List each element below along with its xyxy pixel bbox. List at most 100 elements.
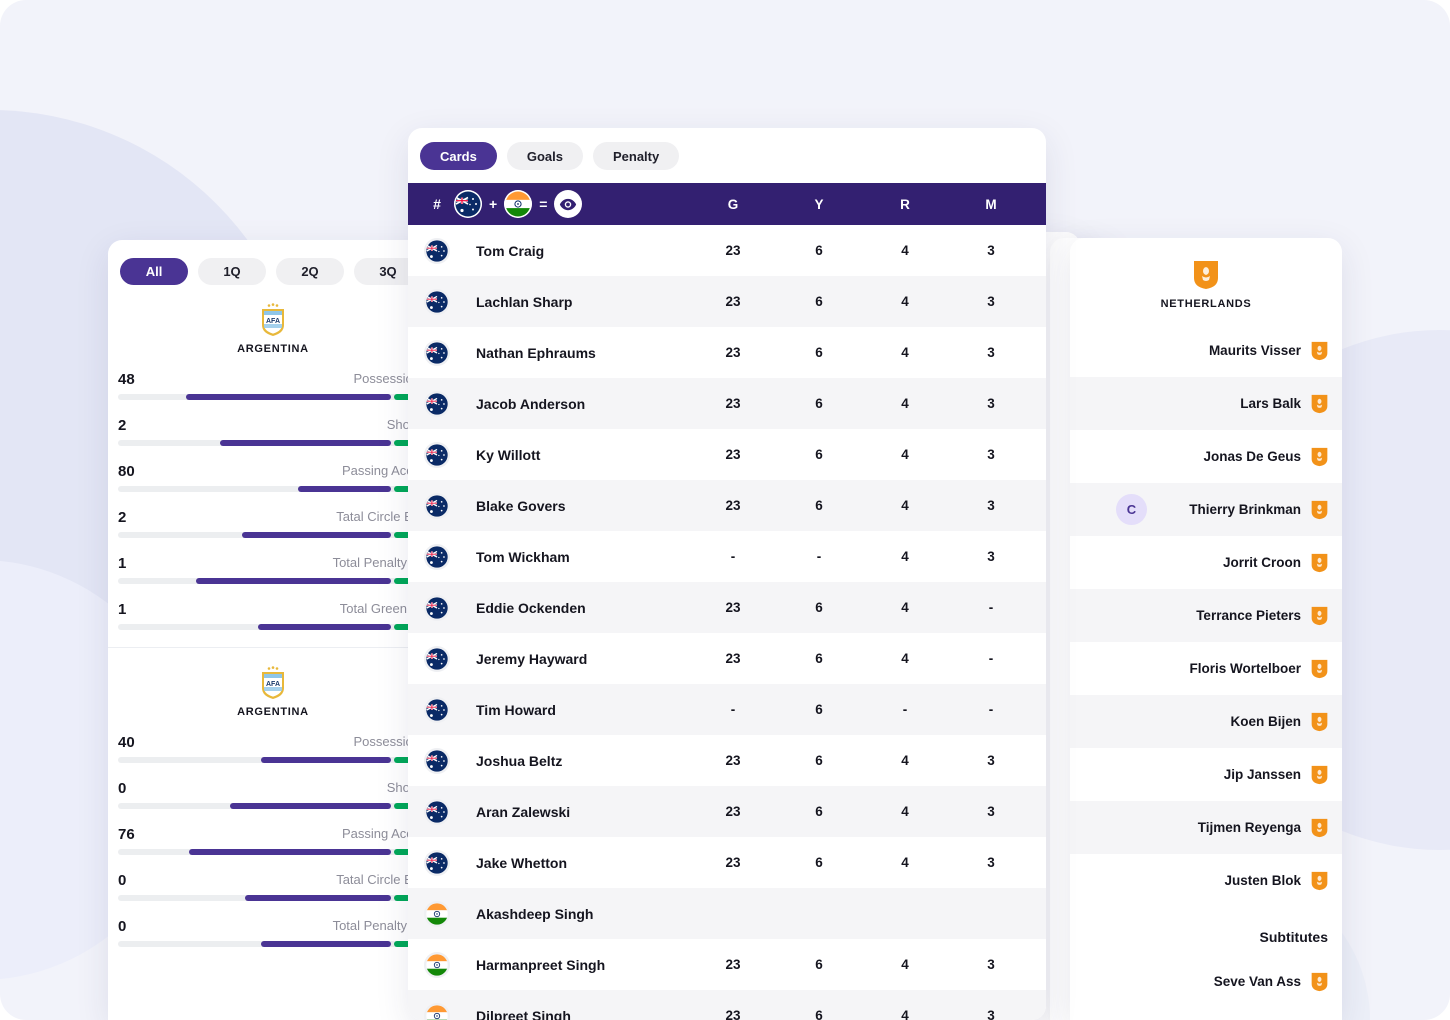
table-row[interactable]: Jake Whetton 23 6 4 3 bbox=[408, 837, 1046, 888]
lineup-player-row[interactable]: Lars Balk bbox=[1070, 377, 1342, 430]
lineup-player-name: Justen Blok bbox=[1224, 873, 1301, 888]
cell-r: 4 bbox=[901, 549, 909, 564]
column-header-g: G bbox=[727, 196, 739, 212]
stat-bar-fill bbox=[245, 895, 391, 901]
table-row[interactable]: Blake Govers 23 6 4 3 bbox=[408, 480, 1046, 531]
stat-bar-fill bbox=[229, 803, 391, 809]
lineup-player-row[interactable]: Koen Bijen bbox=[1070, 695, 1342, 748]
player-name: Blake Govers bbox=[476, 497, 566, 514]
table-body: Tom Craig 23 6 4 3 Lachlan Sharp 23 6 4 3 Nathan E… bbox=[408, 225, 1046, 1020]
quarter-tab-1q[interactable]: 1Q bbox=[198, 258, 266, 285]
cell-r: 4 bbox=[901, 243, 909, 258]
lineup-player-name: Seve Van Ass bbox=[1213, 974, 1301, 989]
table-row[interactable]: Aran Zalewski 23 6 4 3 bbox=[408, 786, 1046, 837]
cell-m: - bbox=[988, 600, 994, 615]
row-country-flag bbox=[420, 951, 454, 978]
lineup-player-name: Floris Wortelboer bbox=[1189, 661, 1301, 676]
cell-m: - bbox=[988, 651, 994, 666]
cell-r: 4 bbox=[901, 1008, 909, 1020]
row-country-flag bbox=[420, 900, 454, 927]
table-row[interactable]: Lachlan Sharp 23 6 4 3 bbox=[408, 276, 1046, 327]
table-header-row: # + = G Y R M bbox=[408, 183, 1046, 225]
table-row[interactable]: Jeremy Hayward 23 6 4 - bbox=[408, 633, 1046, 684]
player-name: Tom Wickham bbox=[476, 548, 570, 565]
stat-mode-tab-cards[interactable]: Cards bbox=[420, 142, 497, 170]
australia-flag-icon bbox=[424, 441, 450, 468]
cell-r: 4 bbox=[901, 498, 909, 513]
table-row[interactable]: Tim Howard - 6 - - bbox=[408, 684, 1046, 735]
quarter-filter-tabs: All 1Q 2Q 3Q bbox=[108, 240, 438, 285]
lineup-player-list: Maurits Visser Lars Balk Jonas De Geus C Thi… bbox=[1070, 324, 1342, 1008]
lineup-player-row[interactable]: Jonas De Geus bbox=[1070, 430, 1342, 483]
table-row[interactable]: Jacob Anderson 23 6 4 3 bbox=[408, 378, 1046, 429]
table-row[interactable]: Akashdeep Singh bbox=[408, 888, 1046, 939]
table-row[interactable]: Harmanpreet Singh 23 6 4 3 bbox=[408, 939, 1046, 990]
netherlands-lion-crest-icon bbox=[1311, 394, 1328, 413]
cell-m: 3 bbox=[987, 396, 995, 411]
stat-bar-track bbox=[118, 624, 428, 630]
lineup-player-name: Thierry Brinkman bbox=[1189, 502, 1301, 517]
stat-mode-tab-label: Cards bbox=[440, 148, 477, 164]
australia-flag-icon bbox=[424, 645, 450, 672]
stat-mode-tab-label: Penalty bbox=[612, 148, 660, 164]
stat-block-team-header: AFA ARGENTINA bbox=[118, 666, 428, 718]
stat-mode-tab-goals[interactable]: Goals bbox=[506, 142, 583, 170]
lineup-player-row[interactable]: Floris Wortelboer bbox=[1070, 642, 1342, 695]
table-row[interactable]: Dilpreet Singh 23 6 4 3 bbox=[408, 990, 1046, 1020]
table-row[interactable]: Nathan Ephraums 23 6 4 3 bbox=[408, 327, 1046, 378]
stat-bar-track bbox=[118, 849, 428, 855]
cell-r: 4 bbox=[901, 804, 909, 819]
stat-value: 0 bbox=[118, 780, 127, 797]
eye-icon[interactable] bbox=[554, 190, 583, 218]
column-header-m: M bbox=[985, 196, 997, 212]
lineup-player-row[interactable]: Terrance Pieters bbox=[1070, 589, 1342, 642]
cell-g: 23 bbox=[725, 651, 741, 666]
stat-value: 40 bbox=[118, 734, 135, 751]
lineup-player-row[interactable]: Seve Van Ass bbox=[1070, 955, 1342, 1008]
quarter-tab-all[interactable]: All bbox=[120, 258, 188, 285]
lineup-player-row[interactable]: Jip Janssen bbox=[1070, 748, 1342, 801]
svg-text:AFA: AFA bbox=[266, 318, 280, 325]
lineup-player-row[interactable]: Maurits Visser bbox=[1070, 324, 1342, 377]
cell-y: 6 bbox=[815, 702, 823, 717]
lineup-player-row[interactable]: Justen Blok bbox=[1070, 854, 1342, 907]
player-name: Lachlan Sharp bbox=[476, 293, 573, 310]
stat-row: 1 Total Penalty C bbox=[118, 555, 428, 584]
stat-bar-track bbox=[118, 757, 428, 763]
lineup-player-row[interactable]: Jorrit Croon bbox=[1070, 536, 1342, 589]
table-row[interactable]: Ky Willott 23 6 4 3 bbox=[408, 429, 1046, 480]
player-name: Akashdeep Singh bbox=[476, 905, 594, 922]
stat-bar-fill bbox=[260, 941, 391, 947]
cell-m: 3 bbox=[987, 294, 995, 309]
lineup-player-name: Maurits Visser bbox=[1208, 343, 1301, 358]
stat-row: 0 Shots bbox=[118, 780, 428, 809]
stat-label: Total Penalty C bbox=[332, 555, 420, 570]
cell-r: 4 bbox=[901, 294, 909, 309]
stat-value: 1 bbox=[118, 601, 127, 618]
table-row[interactable]: Tom Craig 23 6 4 3 bbox=[408, 225, 1046, 276]
netherlands-lion-crest-icon bbox=[1311, 341, 1328, 360]
stat-row: 80 Passing Accu bbox=[118, 463, 428, 492]
lineup-player-name: Terrance Pieters bbox=[1196, 608, 1301, 623]
team-stats-panel: All 1Q 2Q 3Q AFA ARGENTINA 48 Possession 2 Shots… bbox=[108, 240, 438, 1020]
cell-y: 6 bbox=[815, 855, 823, 870]
table-row[interactable]: Eddie Ockenden 23 6 4 - bbox=[408, 582, 1046, 633]
australia-flag-icon bbox=[454, 190, 482, 218]
argentina-crest-icon: AFA bbox=[262, 666, 284, 699]
row-country-flag bbox=[420, 543, 454, 570]
cell-m: 3 bbox=[987, 243, 995, 258]
player-name: Eddie Ockenden bbox=[476, 599, 586, 616]
stat-mode-tab-label: Goals bbox=[526, 148, 563, 164]
lineup-panel: NETHERLANDS Maurits Visser Lars Balk Jonas… bbox=[1070, 238, 1342, 1020]
quarter-tab-2q[interactable]: 2Q bbox=[276, 258, 344, 285]
table-row[interactable]: Joshua Beltz 23 6 4 3 bbox=[408, 735, 1046, 786]
lineup-player-name: Koen Bijen bbox=[1230, 714, 1301, 729]
lineup-player-row[interactable]: C Thierry Brinkman bbox=[1070, 483, 1342, 536]
table-row[interactable]: Tom Wickham - - 4 3 bbox=[408, 531, 1046, 582]
column-header-r: R bbox=[900, 196, 910, 212]
player-name: Aran Zalewski bbox=[476, 803, 571, 820]
stat-mode-tab-penalty[interactable]: Penalty bbox=[592, 142, 680, 170]
cell-r: 4 bbox=[901, 600, 909, 615]
stat-bar-fill bbox=[257, 624, 391, 630]
lineup-player-row[interactable]: Tijmen Reyenga bbox=[1070, 801, 1342, 854]
